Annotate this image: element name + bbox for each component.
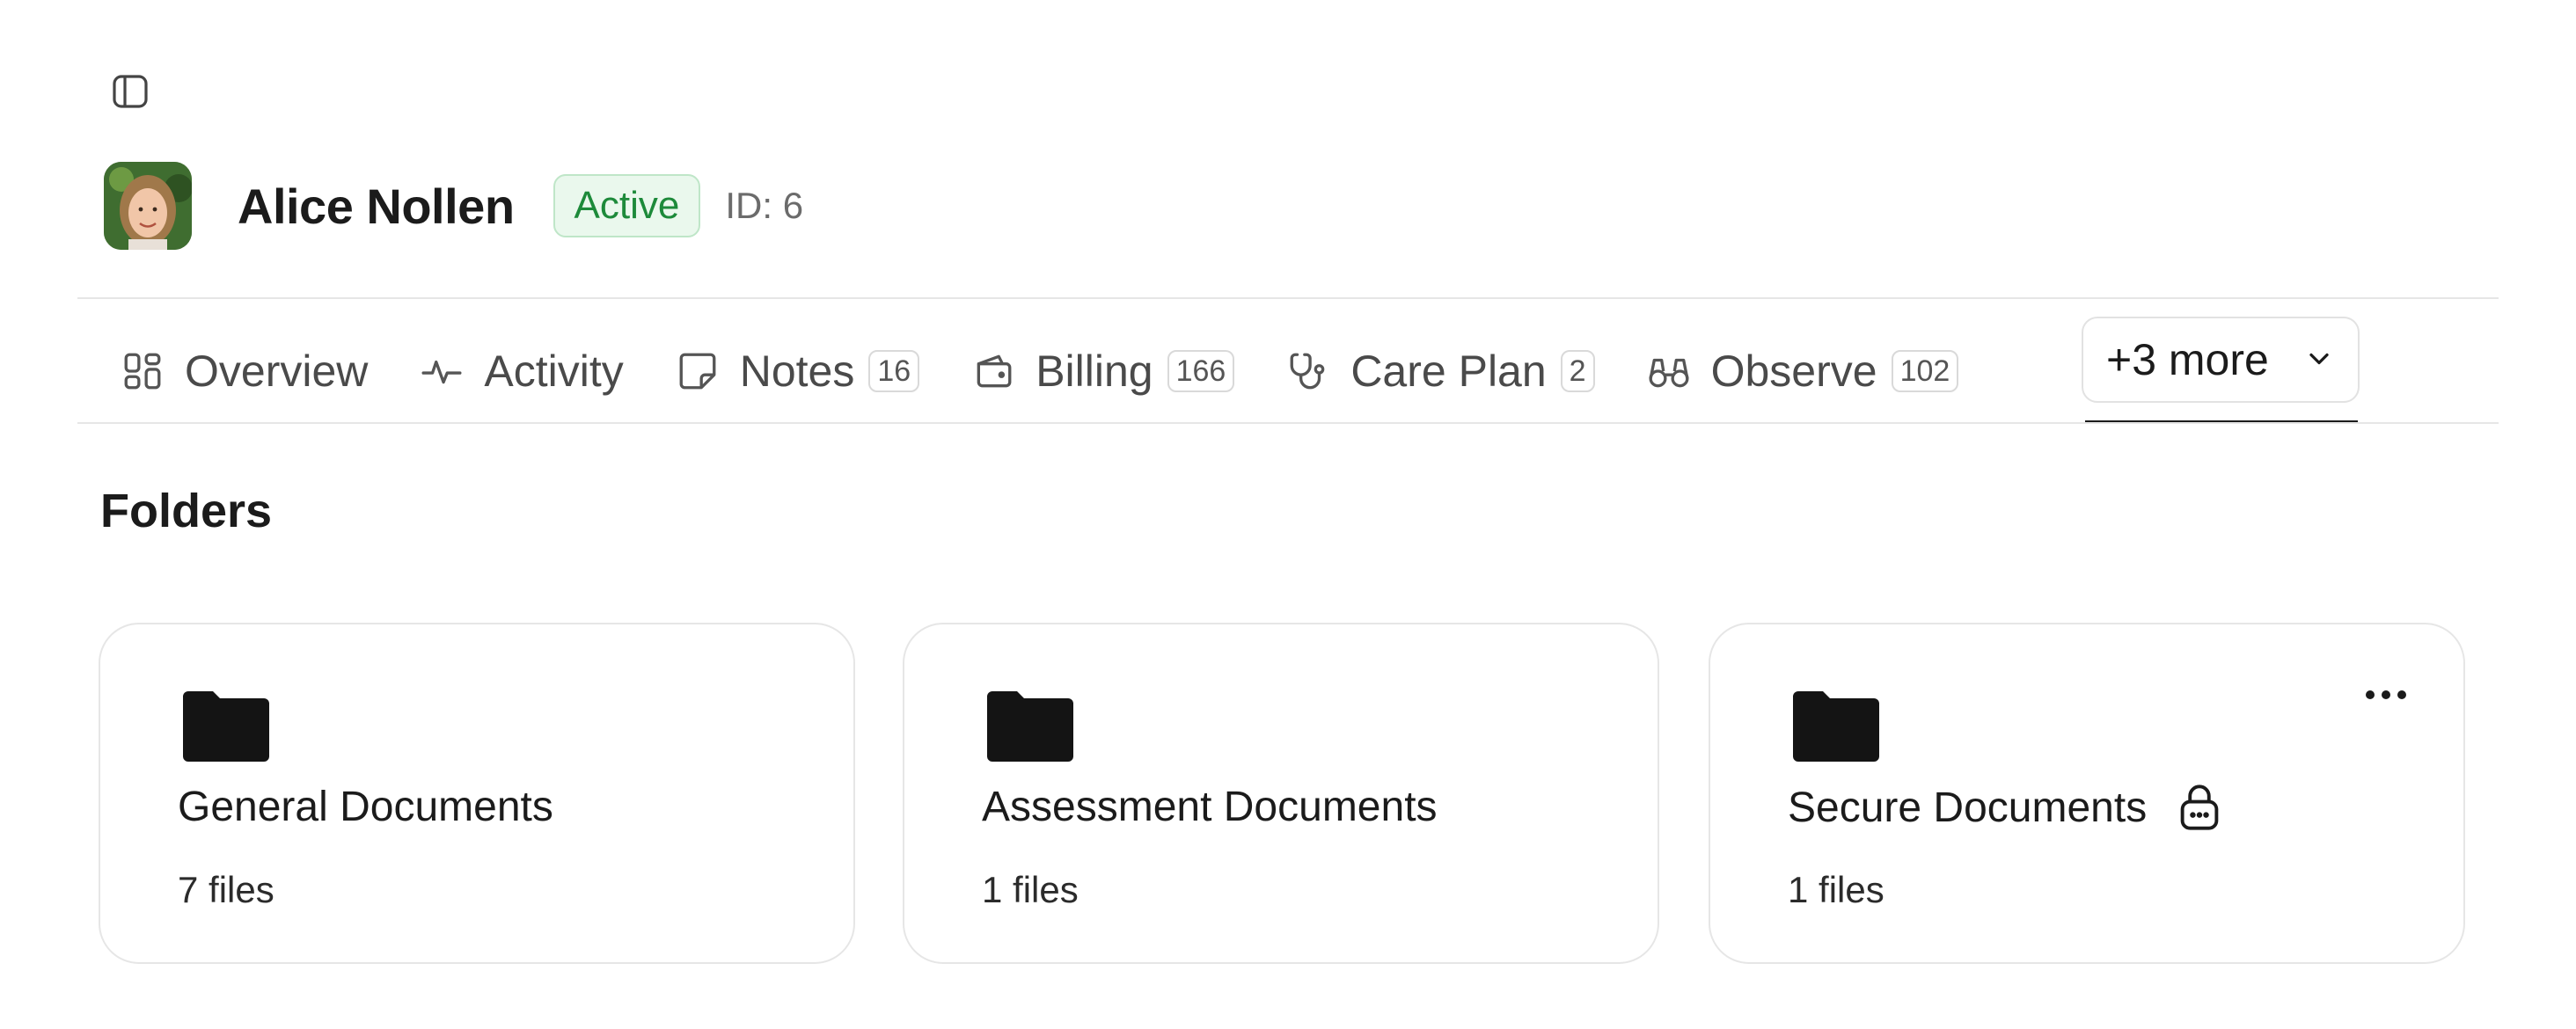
tab-label: Overview — [185, 347, 369, 396]
folder-icon — [183, 691, 269, 766]
folder-card[interactable]: Secure Documents 1 files — [1709, 623, 2465, 964]
tab-label: Observe — [1710, 347, 1877, 396]
more-tabs-dropdown[interactable]: +3 more — [2082, 317, 2360, 403]
tab-count: 166 — [1167, 350, 1235, 392]
folder-name: Secure Documents — [1788, 783, 2222, 832]
file-count: 7 files — [178, 869, 274, 910]
folder-icon — [1793, 691, 1879, 766]
folder-card[interactable]: Assessment Documents 1 files — [903, 623, 1659, 964]
folder-menu-button[interactable] — [2360, 679, 2412, 714]
file-count: 1 files — [982, 869, 1079, 910]
tab-count: 102 — [1891, 350, 1959, 392]
tab-label: Care Plan — [1350, 347, 1547, 396]
binoculars-icon — [1644, 347, 1694, 396]
sidebar-icon — [109, 70, 151, 117]
folder-icon — [987, 691, 1073, 766]
tab-overview[interactable]: Overview — [118, 317, 368, 426]
tab-activity[interactable]: Activity — [417, 317, 624, 426]
activity-icon — [417, 347, 466, 396]
patient-id: ID: 6 — [725, 185, 804, 226]
chevron-down-icon — [2303, 334, 2335, 385]
tab-bar: Overview Activity Notes 16 Billing 166 C… — [118, 317, 2008, 426]
file-count: 1 files — [1788, 869, 1884, 910]
more-horizontal-icon — [2364, 689, 2408, 705]
more-tabs-label: +3 more — [2106, 335, 2269, 384]
tab-observe[interactable]: Observe 102 — [1644, 317, 1959, 426]
folder-name: General Documents — [178, 784, 553, 830]
tab-label: Billing — [1036, 347, 1153, 396]
tab-billing[interactable]: Billing 166 — [969, 317, 1235, 426]
tab-label: Notes — [739, 347, 855, 396]
avatar — [104, 162, 192, 250]
note-icon — [673, 347, 722, 396]
tab-label: Activity — [484, 347, 624, 396]
section-title: Folders — [100, 485, 273, 537]
header-divider — [77, 297, 2499, 299]
tab-care-plan[interactable]: Care Plan 2 — [1284, 317, 1595, 426]
tab-notes[interactable]: Notes 16 — [673, 317, 920, 426]
grid-icon — [118, 347, 167, 396]
folder-card[interactable]: General Documents 7 files — [99, 623, 855, 964]
tab-count: 16 — [868, 350, 920, 392]
patient-name: Alice Nollen — [238, 178, 515, 234]
stethoscope-icon — [1284, 347, 1333, 396]
wallet-icon — [969, 347, 1018, 396]
tabs-divider — [77, 422, 2499, 424]
status-badge: Active — [553, 174, 701, 237]
lock-icon — [2177, 783, 2222, 832]
patient-header: Alice Nollen Active ID: 6 — [104, 162, 803, 250]
tab-count: 2 — [1560, 350, 1595, 392]
folder-name: Assessment Documents — [982, 784, 1438, 830]
sidebar-toggle-button[interactable] — [104, 67, 157, 120]
